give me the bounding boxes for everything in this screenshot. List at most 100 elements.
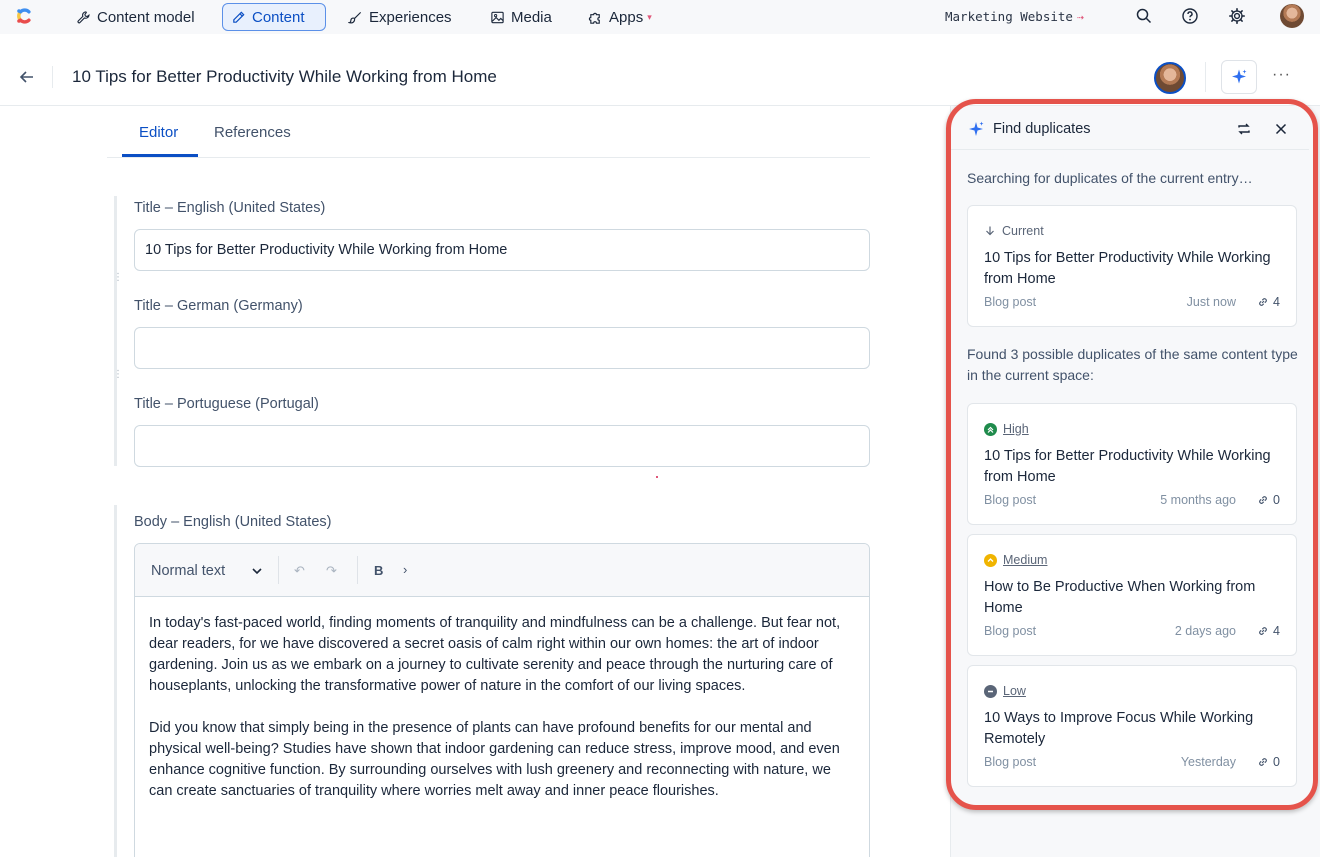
sparkle-icon [1232,69,1247,84]
nav-media-label: Media [511,8,552,26]
title-en-input[interactable]: 10 Tips for Better Productivity While Wo… [134,229,870,271]
match-level-label: High [1003,422,1029,436]
space-name: Marketing Website [945,9,1073,24]
card-title: How to Be Productive When Working from H… [984,579,1256,616]
match-level-medium: Medium [984,553,1047,567]
card-content-type: Blog post [984,493,1037,507]
panel-header: Find duplicates [951,112,1309,150]
nav-experiences[interactable]: Experiences [340,3,460,31]
back-arrow-icon[interactable] [18,68,36,86]
card-references-count: 4 [1273,295,1280,309]
title-de-input[interactable] [134,327,870,369]
find-duplicates-panel: Find duplicates Searching for duplicates… [951,112,1309,802]
high-match-icon [984,422,997,436]
field-label-body-en: Body – English (United States) [134,514,332,530]
space-selector[interactable]: Marketing Website ⇢ [945,9,1084,24]
duplicate-card-low[interactable]: Low 10 Ways to Improve Focus While Worki… [967,665,1297,787]
refresh-icon[interactable] [1236,121,1252,137]
panel-title: Find duplicates [993,121,1091,137]
collaborator-avatar[interactable] [1154,62,1186,94]
header-divider [52,66,53,88]
current-tag: Current [984,224,1044,238]
ai-actions-button[interactable] [1221,60,1257,94]
card-references-count: 4 [1273,624,1280,638]
card-references: 4 [1257,624,1280,638]
drag-handle-icon[interactable]: ⋮ [113,273,123,290]
toolbar-divider [357,556,358,584]
chevron-down-icon[interactable] [250,564,264,578]
help-icon[interactable] [1181,7,1199,25]
apps-menu-caret-icon: ▾ [647,11,652,22]
match-level-label: Medium [1003,553,1048,567]
text-format-dropdown[interactable]: Normal text [151,563,225,579]
image-icon [491,11,504,23]
field-group-bar [114,196,117,466]
title-pt-input[interactable] [134,425,870,467]
current-tag-label: Current [1002,224,1044,238]
body-paragraph: Did you know that simply being in the pr… [149,720,840,799]
more-options-icon[interactable]: ··· [1272,66,1291,84]
arrow-down-icon [986,226,994,236]
wrench-icon [77,10,90,23]
toolbar-divider [278,556,279,584]
link-icon [1259,627,1267,635]
card-title: 10 Tips for Better Productivity While Wo… [984,448,1271,485]
match-level-label: Low [1003,684,1026,698]
nav-content-label: Content [252,8,305,26]
duplicate-card-high[interactable]: High 10 Tips for Better Productivity Whi… [967,403,1297,525]
header-separator [1205,62,1206,92]
body-paragraph: In today's fast-paced world, finding mom… [149,615,841,694]
contentful-logo-icon[interactable] [12,4,36,28]
searching-status: Searching for duplicates of the current … [967,170,1253,186]
field-label-title-de: Title – German (Germany) [134,298,303,314]
card-updated-time: Just now [1186,295,1236,309]
link-icon [1259,758,1267,766]
match-level-high: High [984,422,1029,436]
card-references: 4 [1257,295,1280,309]
card-updated-time: 2 days ago [1174,624,1236,638]
cursor-marker [656,476,658,478]
chevron-right-icon[interactable]: › [403,562,407,577]
tab-references[interactable]: References [214,124,291,141]
nav-content[interactable]: Content [222,3,326,31]
drag-handle-icon[interactable]: ⋮ [113,370,123,387]
card-content-type: Blog post [984,295,1037,309]
card-updated-time: 5 months ago [1160,493,1236,507]
link-icon [1259,298,1267,306]
active-tab-indicator [122,154,198,157]
duplicate-card-medium[interactable]: Medium How to Be Productive When Working… [967,534,1297,656]
card-references-count: 0 [1273,493,1280,507]
current-entry-card[interactable]: Current 10 Tips for Better Productivity … [967,205,1297,327]
top-navigation: Content model Content Experiences Media … [0,0,1320,34]
undo-icon[interactable]: ↶ [294,563,305,579]
medium-match-icon [984,553,997,567]
rich-text-toolbar: Normal text ↶ ↷ B › [135,544,869,597]
found-duplicates-summary: Found 3 possible duplicates of the same … [967,346,1298,383]
pen-icon [233,10,245,23]
match-level-low: Low [984,684,1026,698]
field-label-title-pt: Title – Portuguese (Portugal) [134,396,319,412]
rich-text-editor[interactable]: Normal text ↶ ↷ B › In today's fast-pace… [134,543,870,857]
card-references: 0 [1257,755,1280,769]
tab-editor[interactable]: Editor [139,124,178,141]
sparkle-icon [969,121,984,136]
puzzle-icon [588,12,600,24]
gear-icon[interactable] [1228,7,1246,25]
nav-media[interactable]: Media [482,3,560,31]
link-icon [1259,496,1267,504]
redo-icon[interactable]: ↷ [326,563,337,579]
field-group-bar [114,505,117,857]
nav-content-model[interactable]: Content model [68,3,203,31]
bold-button[interactable]: B [374,563,383,578]
card-content-type: Blog post [984,624,1037,638]
user-avatar[interactable] [1280,4,1304,28]
rich-text-content[interactable]: In today's fast-paced world, finding mom… [135,597,869,802]
nav-apps[interactable]: Apps ▾ [580,3,660,31]
close-icon[interactable] [1273,121,1289,137]
low-match-icon [984,684,997,698]
search-icon[interactable] [1135,7,1153,25]
nav-content-model-label: Content model [97,8,195,26]
entry-header: 10 Tips for Better Productivity While Wo… [0,48,1320,106]
card-references-count: 0 [1273,755,1280,769]
space-switch-icon: ⇢ [1076,9,1085,24]
